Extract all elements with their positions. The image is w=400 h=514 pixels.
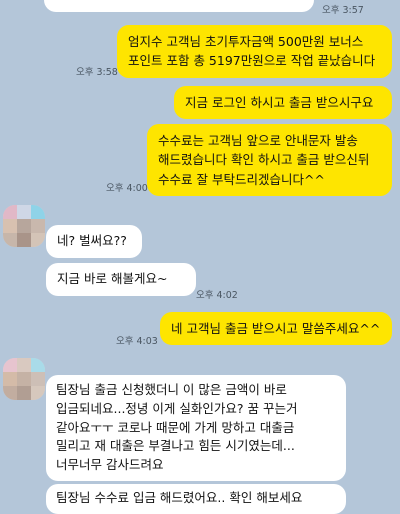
message-text: 밀리고 재 대출은 부결나고 힘든 시기였는데...: [56, 438, 295, 454]
message-text: 수수료 잘 부탁드리겠습니다^^: [158, 171, 325, 187]
message-bubble-outgoing[interactable]: 네 고객님 출금 받으시고 말씀주세요^^: [160, 312, 392, 346]
avatar-pixel: [17, 358, 31, 372]
message-text: 네 고객님 출금 받으시고 말씀주세요^^: [171, 321, 381, 336]
message-bubble-incoming[interactable]: 지금 바로 해볼게요~: [46, 263, 196, 296]
message-text: 같아요ㅜㅜ 코로나 때문에 가게 망하고 대출금: [56, 419, 295, 435]
message-bubble-incoming[interactable]: 팀장님 수수료 입금 해드렸어요.. 확인 해보세요: [46, 484, 346, 514]
avatar-pixel: [17, 386, 31, 400]
avatar-pixel: [31, 386, 45, 400]
avatar-pixel: [17, 372, 31, 386]
avatar-pixel: [31, 358, 45, 372]
avatar-pixel: [31, 219, 45, 233]
avatar-pixel: [3, 205, 17, 219]
avatar-pixel: [17, 219, 31, 233]
message-bubble-outgoing[interactable]: 수수료는 고객님 앞으로 안내문자 발송 해드렸습니다 확인 하시고 출금 받으…: [147, 124, 392, 197]
avatar[interactable]: [3, 358, 45, 400]
message-time: 오후 4:02: [196, 290, 238, 301]
message-text: 너무너무 감사드려요: [56, 457, 164, 472]
message-text: 입금되네요...정녕 이게 실화인가요? 꿈 꾸는거: [56, 400, 298, 416]
avatar-pixel: [31, 372, 45, 386]
avatar-pixel: [3, 233, 17, 247]
message-time: 오후 3:58: [76, 67, 118, 78]
avatar[interactable]: [3, 205, 45, 247]
message-bubble-incoming[interactable]: 팀장님 출금 신청했더니 이 많은 금액이 바로 입금되네요...정녕 이게 실…: [46, 375, 346, 481]
message-text: 엄지수 고객님 초기투자금액 500만원 보너스: [128, 34, 364, 49]
message-text: 수수료는 고객님 앞으로 안내문자 발송: [158, 133, 358, 148]
avatar-pixel: [3, 372, 17, 386]
avatar-pixel: [31, 233, 45, 247]
message-bubble-outgoing[interactable]: 지금 로그인 하시고 출금 받으시구요: [174, 86, 392, 120]
message-text: 포인트 포함 총 5197만원으로 작업 끝났습니다: [128, 53, 376, 69]
message-text: 해드렸습니다 확인 하시고 출금 받으신뒤: [158, 152, 370, 168]
message-time: 오후 4:03: [116, 336, 158, 347]
avatar-pixel: [17, 233, 31, 247]
avatar-pixel: [17, 205, 31, 219]
avatar-pixel: [3, 386, 17, 400]
message-text: 팀장님 수수료 입금 해드렸어요.. 확인 해보세요: [56, 490, 303, 505]
message-bubble-incoming[interactable]: 네? 벌써요??: [46, 225, 142, 258]
message-time: 오후 4:00: [106, 183, 148, 194]
message-time: 오후 3:57: [322, 5, 364, 16]
avatar-pixel: [3, 219, 17, 233]
avatar-pixel: [3, 358, 17, 372]
message-bubble-outgoing[interactable]: 엄지수 고객님 초기투자금액 500만원 보너스 포인트 포함 총 5197만원…: [117, 25, 392, 78]
message-bubble-partial[interactable]: [44, 0, 314, 12]
message-text: 네? 벌써요??: [57, 233, 127, 248]
message-text: 지금 바로 해볼게요~: [57, 271, 168, 286]
avatar-pixel: [31, 205, 45, 219]
message-text: 팀장님 출금 신청했더니 이 많은 금액이 바로: [56, 382, 287, 397]
message-text: 지금 로그인 하시고 출금 받으시구요: [185, 95, 374, 110]
